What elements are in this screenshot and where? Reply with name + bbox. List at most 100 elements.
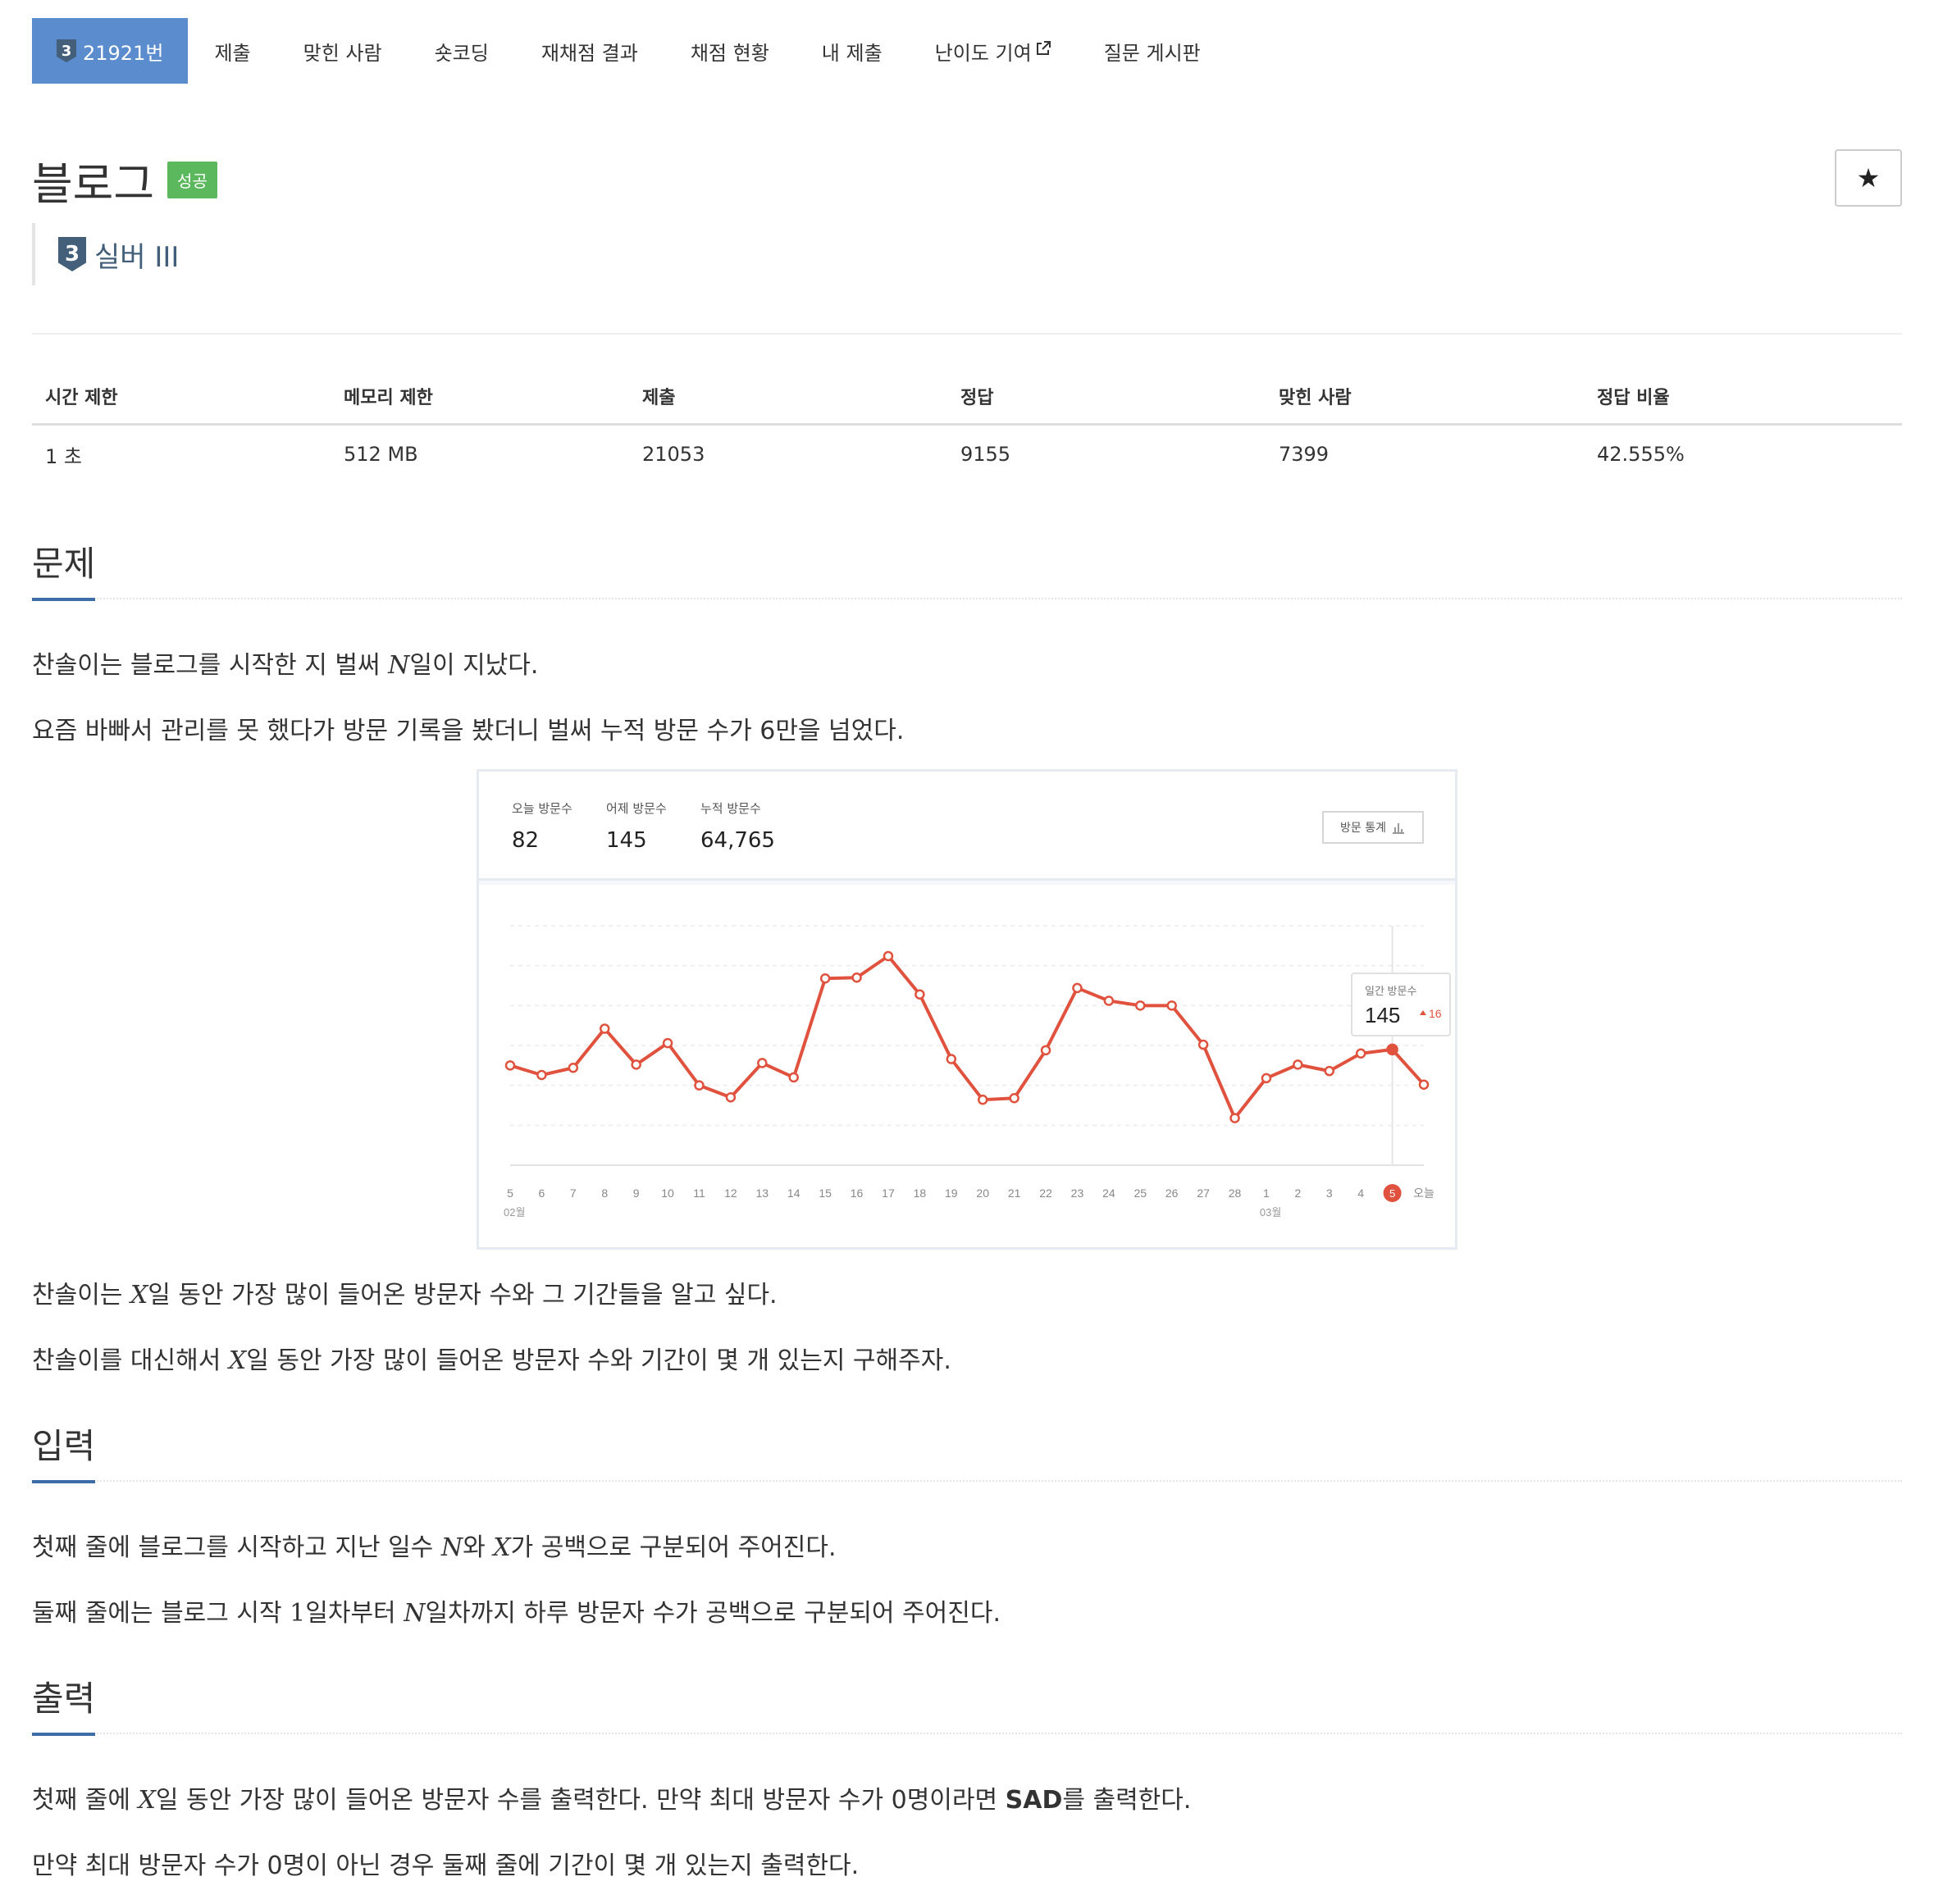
problem-title: 블로그 xyxy=(32,158,155,210)
external-link-icon xyxy=(1035,40,1051,61)
tab-problem[interactable]: 3 21921번 xyxy=(32,18,189,84)
table-cell[interactable]: 7399 xyxy=(1266,443,1584,466)
output-section-heading: 출력 xyxy=(32,1671,1902,1736)
tab-short-coding[interactable]: 숏코딩 xyxy=(408,18,515,84)
series-line xyxy=(509,954,1425,1120)
data-point xyxy=(1072,982,1083,994)
table-cell: 42.555% xyxy=(1597,443,1685,466)
month-label: 02월 xyxy=(504,1206,525,1218)
x-tick-label: 16 xyxy=(851,1187,864,1200)
data-point xyxy=(599,1023,610,1034)
math-var: X xyxy=(228,1346,247,1375)
text: 첫째 줄에 xyxy=(32,1786,139,1815)
text: 찬솔이는 블로그를 시작한 지 벌써 xyxy=(32,651,389,680)
x-tick-label: 4 xyxy=(1357,1187,1364,1200)
text: 일이 지났다. xyxy=(409,651,539,680)
stat-yesterday: 어제 방문수 145 xyxy=(606,799,667,853)
x-tick-label: 6 xyxy=(539,1187,545,1200)
x-tick-label: 11 xyxy=(693,1187,705,1200)
data-point xyxy=(1324,1065,1335,1077)
star-button[interactable]: ★ xyxy=(1835,149,1902,207)
data-point xyxy=(977,1094,988,1105)
x-tick-label: 28 xyxy=(1229,1187,1242,1200)
table-cell: 1 초 xyxy=(45,444,82,468)
tier-name: 실버 III xyxy=(94,240,180,274)
x-tick-label: 5 xyxy=(507,1187,513,1200)
x-tick-label: 8 xyxy=(601,1187,608,1200)
table-header-row: 시간 제한 메모리 제한 제출 정답 맞힌 사람 정답 비율 xyxy=(32,369,1902,426)
bold-text: SAD xyxy=(1005,1786,1063,1815)
text: 일 동안 가장 많이 들어온 방문자 수를 출력한다. 만약 최대 방문자 수가… xyxy=(155,1786,1006,1815)
data-point xyxy=(1103,995,1115,1006)
text: 일차부터 xyxy=(305,1599,404,1628)
data-point xyxy=(568,1063,579,1073)
tier-info: 3 실버 III xyxy=(32,223,179,285)
tab-qna-board[interactable]: 질문 게시판 xyxy=(1078,18,1227,84)
x-tick-label: 20 xyxy=(976,1187,989,1200)
tab-rejudge[interactable]: 재채점 결과 xyxy=(515,18,664,84)
text: 와 xyxy=(463,1533,494,1562)
visit-chart-card: 5 6 7 8 9 10 11 12 13 14 15 16 17 18 19 20 21 22 23 24 25 26 2… xyxy=(479,885,1455,1247)
x-tick-label: 10 xyxy=(661,1187,674,1200)
data-point xyxy=(819,972,831,984)
x-tick-label: 15 xyxy=(819,1187,832,1200)
math-var: X xyxy=(493,1533,511,1562)
problem-paragraph: 요즘 바빠서 관리를 못 했다가 방문 기록을 봤더니 벌써 누적 방문 수가 … xyxy=(32,717,905,745)
math-var: N xyxy=(404,1599,426,1628)
x-tick-label: 14 xyxy=(787,1187,801,1200)
problem-menu: 3 21921번 제출 맞힌 사람 숏코딩 재채점 결과 채점 현황 내 제출 … xyxy=(32,18,1227,84)
silver-tier-icon: 3 xyxy=(58,237,86,271)
input-paragraph: 첫째 줄에 블로그를 시작하고 지난 일수 N와 X가 공백으로 구분되어 주어… xyxy=(32,1527,837,1563)
data-point xyxy=(725,1092,737,1103)
x-tick-label: 21 xyxy=(1008,1187,1021,1200)
table-header-cell: 정답 xyxy=(960,388,994,408)
data-point xyxy=(1229,1113,1240,1123)
text: 를 출력한다. xyxy=(1062,1786,1192,1815)
table-cell[interactable]: 9155 xyxy=(947,443,1266,466)
data-point xyxy=(851,972,862,983)
visit-line-chart: 5 6 7 8 9 10 11 12 13 14 15 16 17 18 19 20 21 22 23 24 25 26 2… xyxy=(504,925,1451,1218)
tab-solved-users[interactable]: 맞힌 사람 xyxy=(277,18,408,84)
section-divider xyxy=(32,598,1902,599)
divider xyxy=(32,333,1902,335)
data-point xyxy=(536,1069,547,1081)
data-point xyxy=(1197,1039,1209,1050)
data-point xyxy=(1386,1043,1398,1056)
x-tick-label: 24 xyxy=(1102,1187,1115,1200)
data-point xyxy=(757,1058,768,1068)
x-tick-label: 19 xyxy=(945,1187,958,1200)
tooltip-label: 일간 방문수 xyxy=(1365,985,1416,997)
tab-status[interactable]: 채점 현황 xyxy=(664,18,796,84)
x-tick-label: 7 xyxy=(570,1187,577,1200)
bar-chart-icon xyxy=(1392,823,1404,834)
data-point xyxy=(694,1080,705,1091)
text: 둘째 줄에는 블로그 시작 xyxy=(32,1599,290,1628)
table-header-cell: 정답 비율 xyxy=(1597,388,1670,408)
x-tick-label: 2 xyxy=(1294,1187,1301,1200)
tooltip-value: 145 xyxy=(1365,1003,1400,1027)
stat-value: 64,765 xyxy=(700,828,775,853)
x-tick-label: 9 xyxy=(633,1187,640,1200)
stat-today: 오늘 방문수 82 xyxy=(512,799,572,853)
table-header-cell: 제출 xyxy=(642,388,676,408)
section-divider xyxy=(32,1480,1902,1482)
tab-submit[interactable]: 제출 xyxy=(188,18,276,84)
problem-paragraph: 찬솔이는 블로그를 시작한 지 벌써 N일이 지났다. xyxy=(32,645,538,681)
table-header-cell: 시간 제한 xyxy=(45,388,118,408)
tab-difficulty-contribution[interactable]: 난이도 기여 xyxy=(909,18,1078,84)
section-title: 입력 xyxy=(32,1419,96,1483)
x-tick-label: 오늘 xyxy=(1413,1187,1435,1200)
math-num: 1 xyxy=(290,1599,306,1628)
stat-label: 어제 방문수 xyxy=(606,801,667,816)
table-header-cell: 메모리 제한 xyxy=(344,388,433,408)
stat-label: 누적 방문수 xyxy=(700,801,761,816)
x-tick-label: 23 xyxy=(1071,1187,1084,1200)
stat-value: 145 xyxy=(606,828,647,853)
problem-title-row: 블로그 성공 xyxy=(32,148,217,212)
data-point xyxy=(1166,1000,1177,1011)
problem-section-heading: 문제 xyxy=(32,536,1902,601)
visit-stats-card: 오늘 방문수 82 어제 방문수 145 누적 방문수 64,765 방문 통계 xyxy=(479,772,1455,881)
tab-my-submissions[interactable]: 내 제출 xyxy=(796,18,909,84)
tooltip-delta: 16 xyxy=(1429,1007,1442,1020)
visit-stats-button: 방문 통계 xyxy=(1322,811,1424,844)
